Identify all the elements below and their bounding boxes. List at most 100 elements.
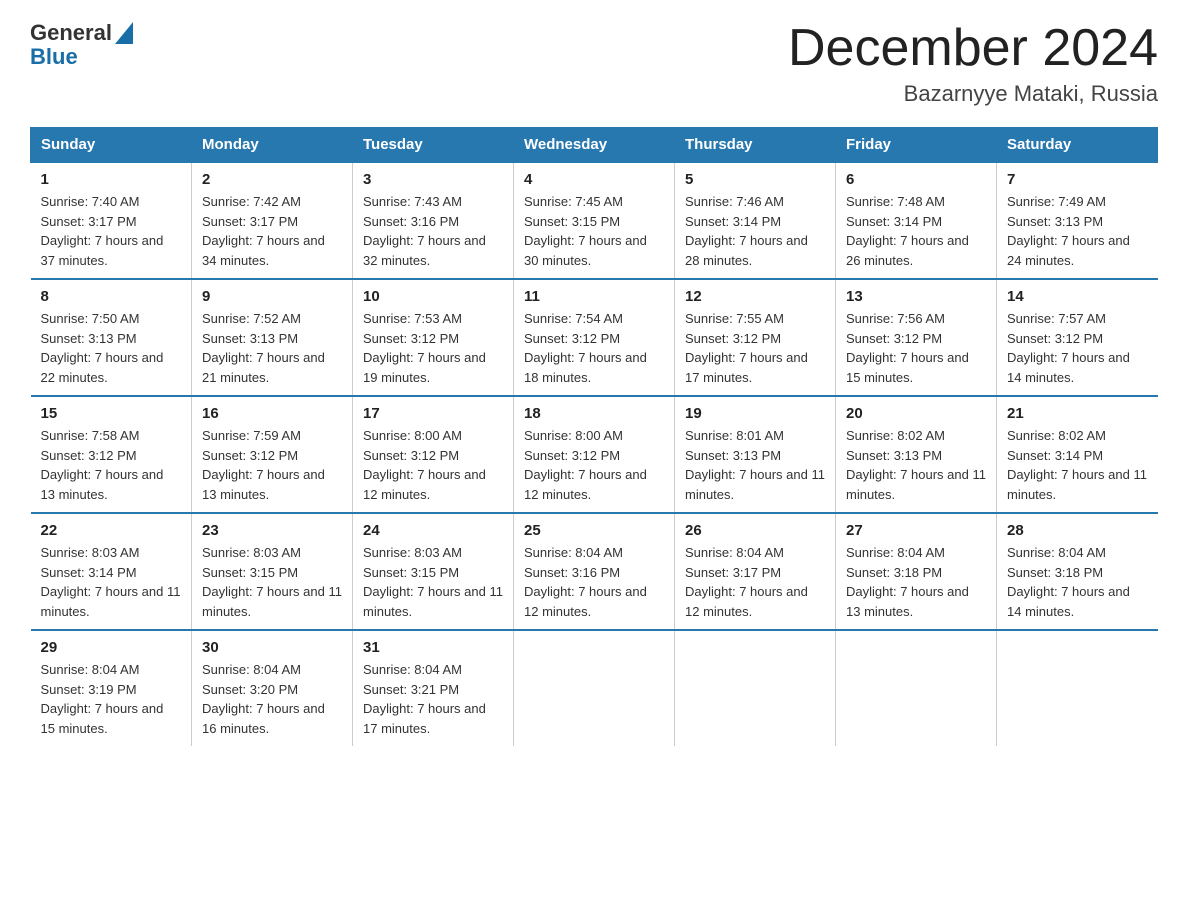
day-of-week-header: Thursday (675, 128, 836, 163)
day-info: Sunrise: 8:00 AMSunset: 3:12 PMDaylight:… (524, 426, 664, 504)
day-number: 16 (202, 405, 342, 422)
page-header: General Blue December 2024 Bazarnyye Mat… (30, 20, 1158, 107)
days-of-week-row: SundayMondayTuesdayWednesdayThursdayFrid… (31, 128, 1158, 163)
calendar-day-cell (675, 630, 836, 746)
day-info: Sunrise: 8:01 AMSunset: 3:13 PMDaylight:… (685, 426, 825, 504)
calendar-day-cell: 28 Sunrise: 8:04 AMSunset: 3:18 PMDayligh… (997, 513, 1158, 630)
day-number: 1 (41, 171, 182, 188)
day-number: 25 (524, 522, 664, 539)
day-number: 3 (363, 171, 503, 188)
day-of-week-header: Wednesday (514, 128, 675, 163)
calendar-day-cell: 21 Sunrise: 8:02 AMSunset: 3:14 PMDayligh… (997, 396, 1158, 513)
day-info: Sunrise: 7:58 AMSunset: 3:12 PMDaylight:… (41, 426, 182, 504)
day-of-week-header: Monday (192, 128, 353, 163)
day-info: Sunrise: 8:02 AMSunset: 3:14 PMDaylight:… (1007, 426, 1148, 504)
day-info: Sunrise: 7:40 AMSunset: 3:17 PMDaylight:… (41, 192, 182, 270)
day-number: 2 (202, 171, 342, 188)
day-info: Sunrise: 8:04 AMSunset: 3:16 PMDaylight:… (524, 543, 664, 621)
calendar-day-cell: 16Sunrise: 7:59 AMSunset: 3:12 PMDayligh… (192, 396, 353, 513)
title-block: December 2024 Bazarnyye Mataki, Russia (788, 20, 1158, 107)
day-number: 21 (1007, 405, 1148, 422)
calendar-subtitle: Bazarnyye Mataki, Russia (788, 81, 1158, 107)
day-info: Sunrise: 7:50 AMSunset: 3:13 PMDaylight:… (41, 309, 182, 387)
day-number: 27 (846, 522, 986, 539)
day-number: 10 (363, 288, 503, 305)
day-info: Sunrise: 8:00 AMSunset: 3:12 PMDaylight:… (363, 426, 503, 504)
calendar-title: December 2024 (788, 20, 1158, 77)
calendar-day-cell: 26 Sunrise: 8:04 AMSunset: 3:17 PMDayligh… (675, 513, 836, 630)
calendar-day-cell: 17Sunrise: 8:00 AMSunset: 3:12 PMDayligh… (353, 396, 514, 513)
day-number: 18 (524, 405, 664, 422)
day-info: Sunrise: 8:03 AMSunset: 3:15 PMDaylight:… (363, 543, 503, 621)
calendar-week-row: 8 Sunrise: 7:50 AMSunset: 3:13 PMDaylight… (31, 279, 1158, 396)
day-number: 31 (363, 639, 503, 656)
day-info: Sunrise: 8:04 AMSunset: 3:17 PMDaylight:… (685, 543, 825, 621)
day-number: 24 (363, 522, 503, 539)
calendar-day-cell: 13Sunrise: 7:56 AMSunset: 3:12 PMDayligh… (836, 279, 997, 396)
calendar-day-cell: 24 Sunrise: 8:03 AMSunset: 3:15 PMDayligh… (353, 513, 514, 630)
day-number: 9 (202, 288, 342, 305)
calendar-week-row: 29 Sunrise: 8:04 AMSunset: 3:19 PMDayligh… (31, 630, 1158, 746)
calendar-day-cell: 27 Sunrise: 8:04 AMSunset: 3:18 PMDayligh… (836, 513, 997, 630)
day-number: 12 (685, 288, 825, 305)
day-number: 28 (1007, 522, 1148, 539)
day-number: 22 (41, 522, 182, 539)
day-info: Sunrise: 8:04 AMSunset: 3:18 PMDaylight:… (1007, 543, 1148, 621)
day-info: Sunrise: 7:43 AMSunset: 3:16 PMDaylight:… (363, 192, 503, 270)
calendar-day-cell: 12 Sunrise: 7:55 AMSunset: 3:12 PMDayligh… (675, 279, 836, 396)
day-number: 19 (685, 405, 825, 422)
logo-blue-text: Blue (30, 44, 78, 70)
day-number: 11 (524, 288, 664, 305)
calendar-day-cell (997, 630, 1158, 746)
calendar-day-cell: 3 Sunrise: 7:43 AMSunset: 3:16 PMDaylight… (353, 162, 514, 279)
day-info: Sunrise: 7:46 AMSunset: 3:14 PMDaylight:… (685, 192, 825, 270)
day-info: Sunrise: 8:03 AMSunset: 3:14 PMDaylight:… (41, 543, 182, 621)
day-number: 8 (41, 288, 182, 305)
calendar-day-cell: 20 Sunrise: 8:02 AMSunset: 3:13 PMDayligh… (836, 396, 997, 513)
day-number: 30 (202, 639, 342, 656)
day-info: Sunrise: 7:52 AMSunset: 3:13 PMDaylight:… (202, 309, 342, 387)
day-info: Sunrise: 7:42 AMSunset: 3:17 PMDaylight:… (202, 192, 342, 270)
calendar-day-cell: 9 Sunrise: 7:52 AMSunset: 3:13 PMDaylight… (192, 279, 353, 396)
logo-arrow-icon (115, 22, 133, 44)
calendar-day-cell: 4Sunrise: 7:45 AMSunset: 3:15 PMDaylight… (514, 162, 675, 279)
day-of-week-header: Tuesday (353, 128, 514, 163)
day-info: Sunrise: 7:55 AMSunset: 3:12 PMDaylight:… (685, 309, 825, 387)
calendar-day-cell: 5Sunrise: 7:46 AMSunset: 3:14 PMDaylight… (675, 162, 836, 279)
calendar-day-cell: 30Sunrise: 8:04 AMSunset: 3:20 PMDayligh… (192, 630, 353, 746)
calendar-day-cell: 10 Sunrise: 7:53 AMSunset: 3:12 PMDayligh… (353, 279, 514, 396)
day-number: 29 (41, 639, 182, 656)
day-number: 7 (1007, 171, 1148, 188)
calendar-day-cell (514, 630, 675, 746)
calendar-day-cell: 22 Sunrise: 8:03 AMSunset: 3:14 PMDayligh… (31, 513, 192, 630)
day-info: Sunrise: 8:04 AMSunset: 3:19 PMDaylight:… (41, 660, 182, 738)
calendar-day-cell: 31 Sunrise: 8:04 AMSunset: 3:21 PMDayligh… (353, 630, 514, 746)
calendar-week-row: 15Sunrise: 7:58 AMSunset: 3:12 PMDayligh… (31, 396, 1158, 513)
calendar-day-cell: 29 Sunrise: 8:04 AMSunset: 3:19 PMDayligh… (31, 630, 192, 746)
day-number: 20 (846, 405, 986, 422)
day-info: Sunrise: 7:57 AMSunset: 3:12 PMDaylight:… (1007, 309, 1148, 387)
day-number: 26 (685, 522, 825, 539)
calendar-day-cell: 23 Sunrise: 8:03 AMSunset: 3:15 PMDayligh… (192, 513, 353, 630)
calendar-day-cell: 14 Sunrise: 7:57 AMSunset: 3:12 PMDayligh… (997, 279, 1158, 396)
day-of-week-header: Saturday (997, 128, 1158, 163)
day-info: Sunrise: 7:48 AMSunset: 3:14 PMDaylight:… (846, 192, 986, 270)
calendar-day-cell (836, 630, 997, 746)
day-info: Sunrise: 7:53 AMSunset: 3:12 PMDaylight:… (363, 309, 503, 387)
logo: General Blue (30, 20, 133, 70)
day-info: Sunrise: 8:04 AMSunset: 3:18 PMDaylight:… (846, 543, 986, 621)
day-number: 14 (1007, 288, 1148, 305)
calendar-day-cell: 25 Sunrise: 8:04 AMSunset: 3:16 PMDayligh… (514, 513, 675, 630)
day-info: Sunrise: 8:02 AMSunset: 3:13 PMDaylight:… (846, 426, 986, 504)
calendar-day-cell: 8 Sunrise: 7:50 AMSunset: 3:13 PMDaylight… (31, 279, 192, 396)
calendar-day-cell: 2 Sunrise: 7:42 AMSunset: 3:17 PMDaylight… (192, 162, 353, 279)
calendar-week-row: 22 Sunrise: 8:03 AMSunset: 3:14 PMDayligh… (31, 513, 1158, 630)
day-number: 23 (202, 522, 342, 539)
calendar-day-cell: 6Sunrise: 7:48 AMSunset: 3:14 PMDaylight… (836, 162, 997, 279)
calendar-table: SundayMondayTuesdayWednesdayThursdayFrid… (30, 127, 1158, 746)
calendar-header: SundayMondayTuesdayWednesdayThursdayFrid… (31, 128, 1158, 163)
day-info: Sunrise: 8:03 AMSunset: 3:15 PMDaylight:… (202, 543, 342, 621)
day-info: Sunrise: 7:54 AMSunset: 3:12 PMDaylight:… (524, 309, 664, 387)
day-info: Sunrise: 8:04 AMSunset: 3:21 PMDaylight:… (363, 660, 503, 738)
calendar-day-cell: 18 Sunrise: 8:00 AMSunset: 3:12 PMDayligh… (514, 396, 675, 513)
